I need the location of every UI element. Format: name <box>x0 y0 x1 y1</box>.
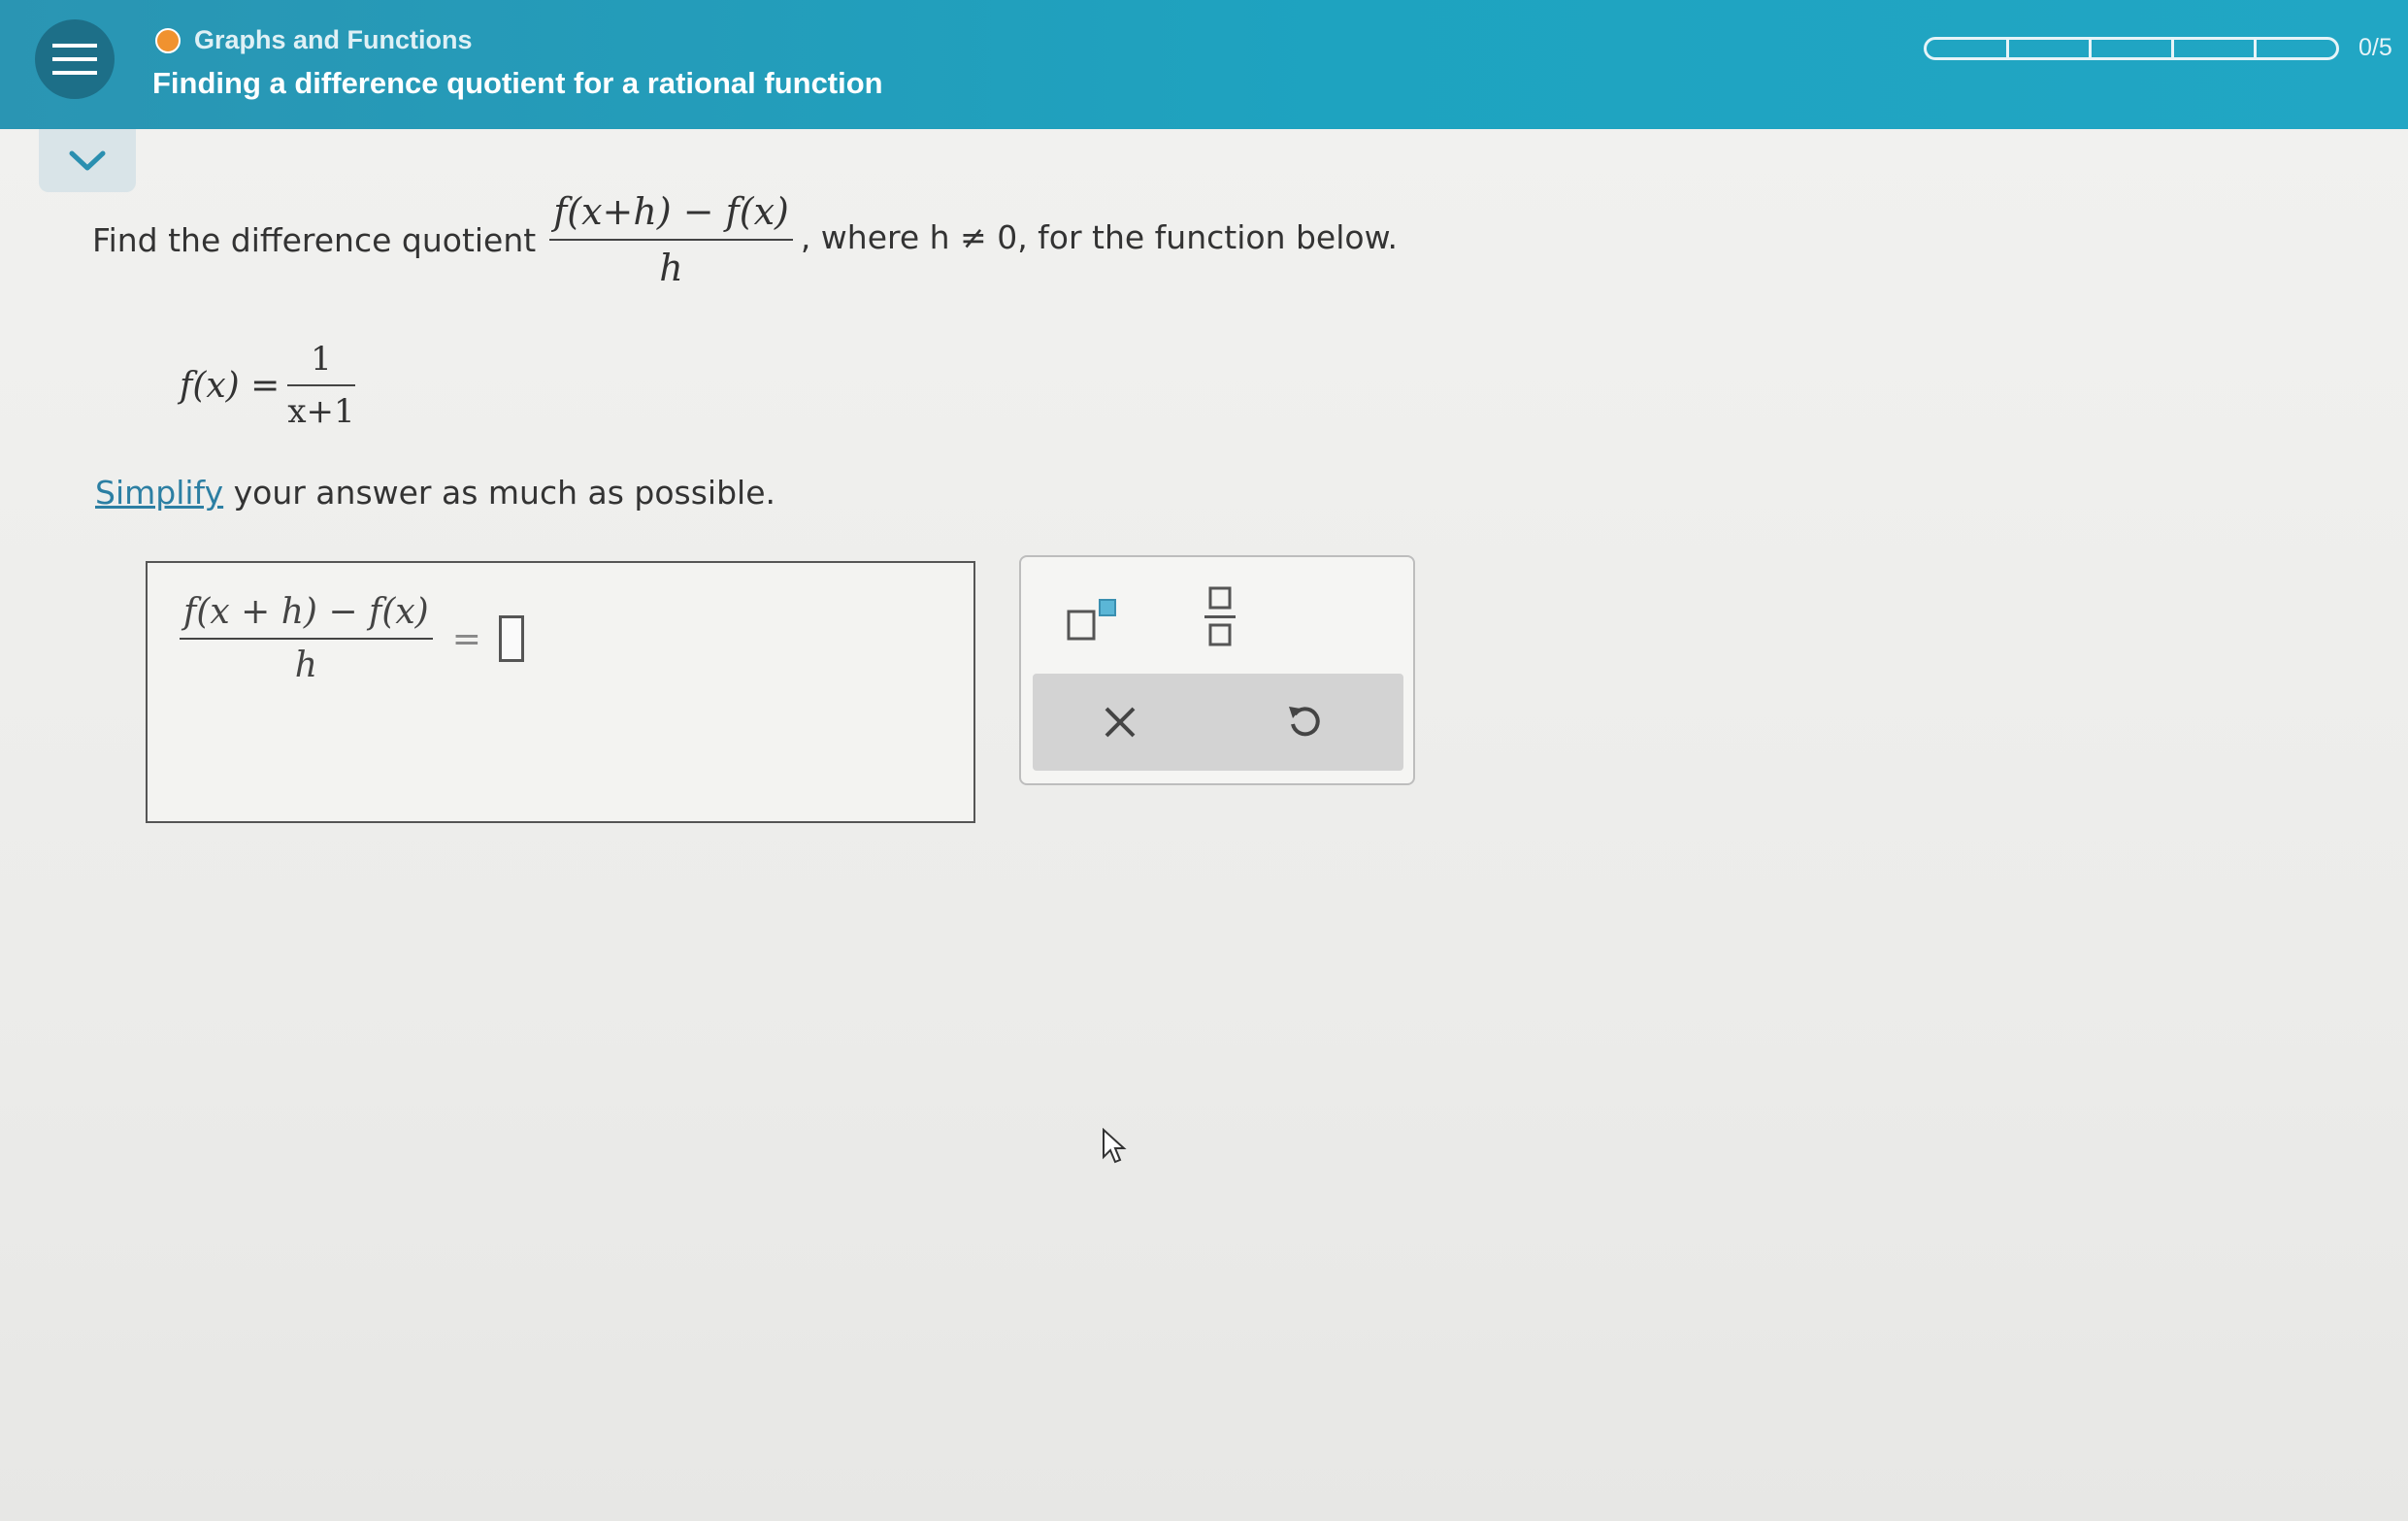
progress-segment <box>2006 37 2092 60</box>
hamburger-icon <box>52 44 97 75</box>
function-lhs: f(x) = <box>180 365 280 406</box>
function-fraction: 1 x+1 <box>287 340 355 431</box>
quotient-denominator: h <box>659 247 683 289</box>
progress-count: 0/5 <box>2359 34 2392 61</box>
clear-icon <box>1105 707 1136 738</box>
answer-lhs: f(x + h) − f(x) h <box>180 592 433 685</box>
math-toolbar <box>1019 555 1415 785</box>
answer-area: f(x + h) − f(x) h = <box>146 561 975 823</box>
progress-segment <box>1924 37 2009 60</box>
answer-expression: f(x + h) − f(x) h = <box>172 592 524 685</box>
prompt-end: , where h ≠ 0, for the function below. <box>800 217 1399 256</box>
function-definition: f(x) = 1 x+1 <box>180 340 363 431</box>
function-denominator: x+1 <box>287 392 355 431</box>
undo-icon <box>1289 707 1320 737</box>
difference-quotient: f(x+h) − f(x) h <box>549 190 793 289</box>
clear-button[interactable] <box>1091 693 1149 751</box>
topic-text: Graphs and Functions <box>194 25 473 54</box>
instruction-text: Simplify your answer as much as possible… <box>95 474 775 512</box>
collapse-toggle[interactable] <box>39 129 136 192</box>
question-prompt: Find the difference quotient f(x+h) − f(… <box>92 190 1398 289</box>
function-numerator: 1 <box>311 340 332 379</box>
mouse-cursor-icon <box>1103 1128 1127 1164</box>
superscript-button[interactable] <box>1055 586 1133 654</box>
superscript-icon <box>1067 599 1116 641</box>
progress-bar <box>1924 37 2339 60</box>
progress-segment <box>2254 37 2339 60</box>
answer-input[interactable] <box>498 615 524 662</box>
topic-label: Graphs and Functions <box>155 25 473 55</box>
equals-sign: = <box>451 618 481 659</box>
progress-segment <box>2089 37 2174 60</box>
question-panel <box>0 129 2408 1521</box>
toolbar-action-row <box>1033 674 1403 771</box>
simplify-link[interactable]: Simplify <box>95 474 223 512</box>
menu-button[interactable] <box>35 19 115 99</box>
page-title: Finding a difference quotient for a rati… <box>152 66 883 100</box>
undo-button[interactable] <box>1275 691 1334 749</box>
fraction-button[interactable] <box>1181 579 1259 656</box>
instruction-rest: your answer as much as possible. <box>223 474 776 512</box>
answer-lhs-numerator: f(x + h) − f(x) <box>183 592 429 632</box>
top-header: Graphs and Functions Finding a differenc… <box>0 0 2408 129</box>
fraction-icon <box>1204 586 1236 646</box>
progress-segment <box>2171 37 2257 60</box>
topic-status-dot-icon <box>155 27 181 53</box>
chevron-down-icon <box>69 150 106 170</box>
answer-lhs-denominator: h <box>294 645 317 685</box>
quotient-numerator: f(x+h) − f(x) <box>553 190 789 233</box>
prompt-start: Find the difference quotient <box>92 220 537 259</box>
